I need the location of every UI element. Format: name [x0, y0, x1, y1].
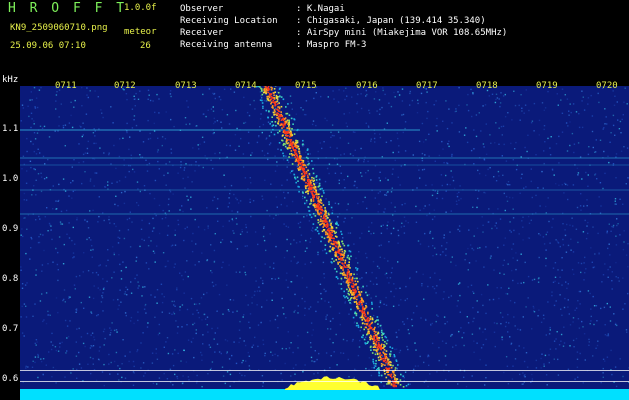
- freq-tick: 1.0: [2, 174, 19, 184]
- time-tick: 0714: [235, 81, 257, 91]
- info-label-location: Receiving Location: [180, 16, 278, 26]
- reference-line-lower: [20, 381, 629, 382]
- time-axis: 0711 0712 0713 0714 0715 0716 0717 0718 …: [0, 78, 629, 92]
- spectrogram-background: [20, 86, 629, 400]
- mode-label: meteor: [124, 27, 157, 37]
- freq-tick: 0.6: [2, 374, 19, 384]
- event-count: 26: [140, 41, 151, 51]
- time-tick: 0720: [596, 81, 618, 91]
- time-tick: 0718: [476, 81, 498, 91]
- freq-tick: 1.1: [2, 124, 19, 134]
- app-version: 1.0.0f: [124, 3, 157, 13]
- header-panel: H R O F F T 1.0.0f KN9_2509060710.png me…: [0, 0, 629, 72]
- time-tick: 0712: [114, 81, 136, 91]
- time-tick: 0719: [536, 81, 558, 91]
- timestamp: 25.09.06 07:10: [10, 41, 86, 51]
- info-value-antenna: : Maspro FM-3: [296, 40, 367, 50]
- time-tick: 0715: [295, 81, 317, 91]
- info-label-observer: Observer: [180, 4, 224, 14]
- spectrogram-plot: [20, 86, 629, 400]
- app-brand: H R O F F T: [8, 1, 128, 16]
- hrofft-window: H R O F F T 1.0.0f KN9_2509060710.png me…: [0, 0, 629, 400]
- info-value-observer: : K.Nagai: [296, 4, 345, 14]
- info-value-location: : Chigasaki, Japan (139.414 35.340): [296, 16, 486, 26]
- time-tick: 0716: [356, 81, 378, 91]
- reference-line-upper: [20, 370, 629, 371]
- time-tick: 0717: [416, 81, 438, 91]
- info-label-antenna: Receiving antenna: [180, 40, 273, 50]
- freq-tick: 0.7: [2, 324, 19, 334]
- info-value-receiver: : AirSpy mini (Miakejima VOR 108.65MHz): [296, 28, 508, 38]
- file-name: KN9_2509060710.png: [10, 23, 108, 33]
- freq-tick: 0.8: [2, 274, 19, 284]
- time-tick: 0713: [175, 81, 197, 91]
- freq-unit-label: kHz: [2, 75, 19, 85]
- time-tick: 0711: [55, 81, 77, 91]
- info-label-receiver: Receiver: [180, 28, 224, 38]
- freq-tick: 0.9: [2, 224, 19, 234]
